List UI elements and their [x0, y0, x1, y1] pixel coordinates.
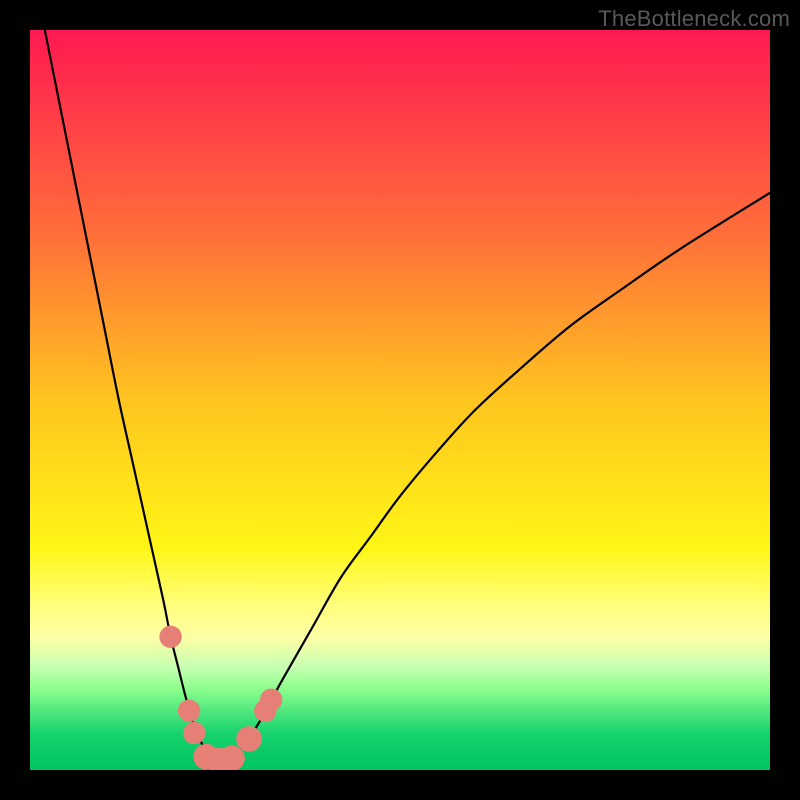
data-marker [260, 689, 282, 711]
data-marker [159, 626, 181, 648]
data-marker [219, 745, 245, 770]
chart-svg [30, 30, 770, 770]
gradient-background [30, 30, 770, 770]
watermark-label: TheBottleneck.com [598, 6, 790, 32]
chart-frame: TheBottleneck.com [0, 0, 800, 800]
data-marker [236, 726, 262, 752]
data-marker [178, 700, 200, 722]
chart-plot-area [30, 30, 770, 770]
data-marker [183, 722, 205, 744]
